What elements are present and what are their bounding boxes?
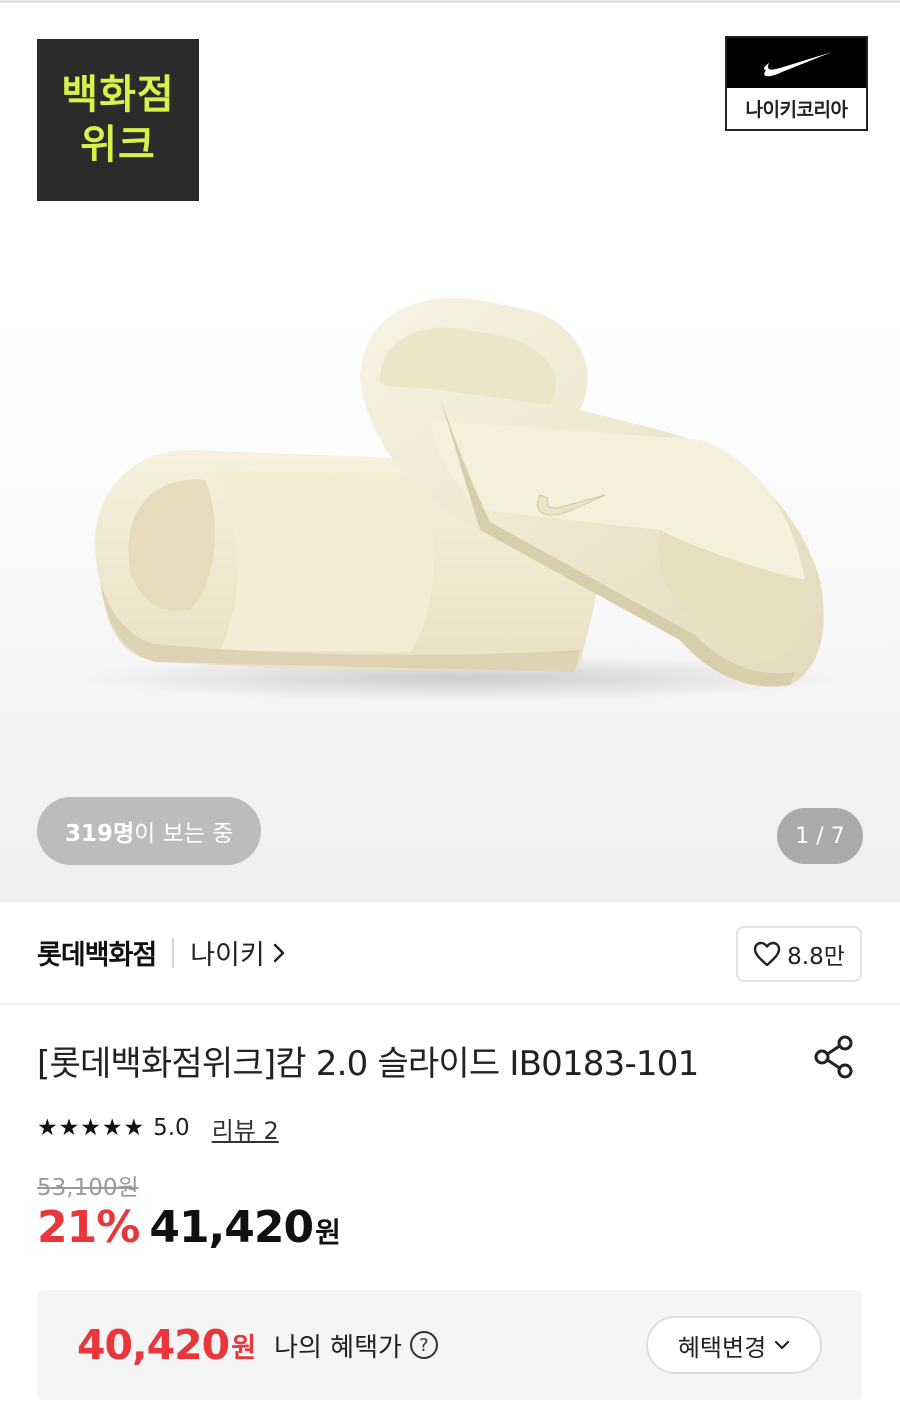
- original-price: 53,100원: [37, 1175, 139, 1201]
- like-count: 8.8만: [787, 944, 845, 970]
- review-link[interactable]: 리뷰 2: [212, 1111, 279, 1146]
- live-viewers-badge: 319명 이 보는 중: [37, 797, 262, 865]
- benefit-change-label: 혜택변경: [677, 1333, 767, 1362]
- badge-line-1: 백화점: [61, 72, 175, 118]
- badge-line-2: 위크: [80, 122, 156, 168]
- viewers-count: 319명: [65, 821, 135, 847]
- viewers-suffix: 이 보는 중: [134, 821, 234, 847]
- brand-logo-text: 나이키코리아: [745, 99, 848, 121]
- heart-icon: [753, 941, 781, 967]
- store-name-link[interactable]: 롯데백화점: [37, 933, 157, 972]
- discount-rate: 21%: [37, 1202, 140, 1253]
- store-separator: [172, 937, 175, 968]
- benefit-price: 40,420: [77, 1321, 230, 1369]
- nike-swoosh-icon: [727, 38, 866, 88]
- like-button[interactable]: 8.8만: [736, 926, 862, 982]
- help-question-icon[interactable]: ?: [409, 1331, 438, 1359]
- rating-row: ★★★★★ 5.0 리뷰 2: [37, 1110, 279, 1146]
- product-image-gallery[interactable]: 백화점 위크 나이키코리아 319명 이 보는 중 1 / 7: [0, 0, 900, 902]
- rating-value: 5.0: [153, 1115, 190, 1141]
- store-brand-row: 롯데백화점 나이키 8.8만: [0, 902, 900, 1005]
- slide-sandal-image: [80, 298, 840, 702]
- chevron-down-icon: [775, 1340, 790, 1350]
- chevron-right-icon: [273, 943, 284, 962]
- benefit-label: 나의 혜택가: [274, 1332, 402, 1363]
- image-page-counter: 1 / 7: [777, 808, 863, 864]
- brand-link-label: 나이키: [190, 940, 265, 971]
- product-title: [롯데백화점위크]캄 2.0 슬라이드 IB0183-101: [37, 1044, 699, 1084]
- benefit-change-button[interactable]: 혜택변경: [646, 1316, 822, 1374]
- sale-price-row: 21% 41,420 원: [37, 1202, 341, 1253]
- nike-korea-logo: 나이키코리아: [725, 36, 868, 131]
- department-week-badge: 백화점 위크: [37, 39, 199, 201]
- top-divider: [0, 0, 900, 3]
- benefit-price-unit: 원: [231, 1332, 257, 1364]
- brand-link[interactable]: 나이키: [190, 933, 285, 972]
- star-rating-icons: ★★★★★: [37, 1115, 146, 1141]
- share-icon[interactable]: [812, 1034, 858, 1080]
- sale-price-unit: 원: [315, 1216, 341, 1249]
- sale-price: 41,420: [149, 1202, 314, 1253]
- my-benefit-price-box: 40,420 원 나의 혜택가 ? 혜택변경: [37, 1290, 862, 1400]
